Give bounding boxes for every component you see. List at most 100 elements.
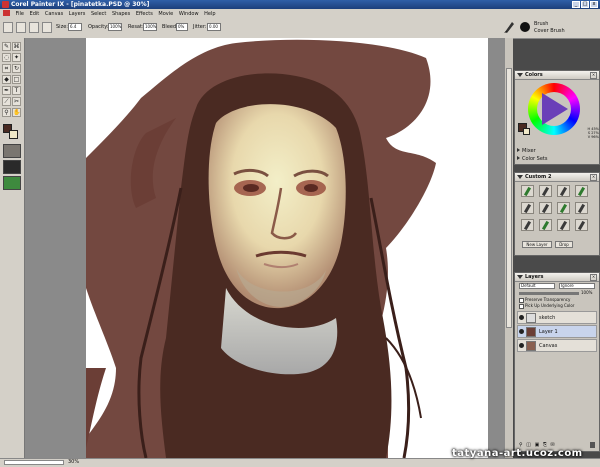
brush-variant-icon[interactable] (557, 185, 570, 197)
fill-tool-icon[interactable]: ◆ (2, 75, 11, 84)
menu-select[interactable]: Select (89, 9, 108, 18)
color-sets-section[interactable]: Color Sets (517, 156, 597, 163)
size-field[interactable]: 6.4 (68, 23, 82, 31)
visibility-eye-icon[interactable] (519, 343, 524, 348)
menu-edit[interactable]: Edit (28, 9, 42, 18)
scrollbar-thumb[interactable] (506, 68, 512, 328)
delete-layer-icon[interactable] (590, 442, 595, 448)
brush-glyph-icon (541, 186, 550, 197)
brush-glyph-icon (523, 186, 532, 197)
saturation-triangle[interactable] (542, 93, 568, 125)
close-button[interactable]: x (590, 1, 598, 8)
brush-variant-dab-icon[interactable] (520, 22, 530, 32)
brush-dab-alt-icon[interactable] (42, 22, 52, 33)
layer-row-sketch[interactable]: sketch (517, 311, 597, 324)
crop-tool-icon[interactable]: ⌗ (2, 64, 11, 73)
dropper-tool-icon[interactable]: ⌘ (12, 42, 21, 51)
bleed-field[interactable]: 0% (176, 23, 188, 31)
minimize-button[interactable]: _ (572, 1, 580, 8)
menu-help[interactable]: Help (202, 9, 217, 18)
brush-variant-icon[interactable] (539, 185, 552, 197)
rectangle-tool-icon[interactable]: □ (12, 75, 21, 84)
text-tool-icon[interactable]: T (12, 86, 21, 95)
gradient-selector-icon[interactable] (3, 160, 21, 174)
brush-tool-icon[interactable] (3, 22, 13, 33)
panel-close-icon[interactable]: × (590, 174, 597, 181)
opacity-field[interactable]: 100% (108, 23, 122, 31)
menu-shapes[interactable]: Shapes (110, 9, 132, 18)
magnifier-tool-icon[interactable]: ⚲ (2, 108, 11, 117)
brush-dab-icon[interactable] (29, 22, 39, 33)
brush-glyph-icon (523, 203, 532, 214)
brush-variant-icon[interactable] (521, 202, 534, 214)
color-wheel[interactable] (528, 83, 580, 135)
layer-row-canvas[interactable]: Canvas (517, 339, 597, 352)
pattern-selector-icon[interactable] (3, 176, 21, 190)
painting-canvas[interactable] (86, 38, 488, 458)
hand-tool-icon[interactable]: ✋ (12, 108, 21, 117)
brush-category-icon[interactable] (502, 20, 516, 34)
brush-variant-icon[interactable] (575, 219, 588, 231)
layers-panel: Layers × Default Ignore 100% Preserve Tr… (514, 272, 600, 452)
pick-up-color-option[interactable]: Pick Up Underlying Color (519, 303, 574, 309)
mixer-section[interactable]: Mixer (517, 148, 597, 155)
window-title: Corel Painter IX - [pinatetka.PSD @ 30%] (11, 1, 150, 8)
brush-variant-icon[interactable] (539, 219, 552, 231)
brush-variant-icon[interactable] (575, 202, 588, 214)
colors-additional-swatch[interactable] (523, 128, 530, 135)
layers-panel-header[interactable]: Layers × (515, 273, 599, 282)
panel-close-icon[interactable]: × (590, 72, 597, 79)
colors-panel-header[interactable]: Colors × (515, 71, 599, 80)
magic-wand-tool-icon[interactable]: ✦ (12, 53, 21, 62)
jitter-label: Jitter: (193, 24, 207, 30)
reset-tool-icon[interactable] (16, 22, 26, 33)
brush-variant-icon[interactable] (557, 202, 570, 214)
drop-button[interactable]: Drop (555, 241, 573, 248)
resat-label: Resat: (128, 24, 144, 30)
brush-variant-icon[interactable] (539, 202, 552, 214)
paper-selector-icon[interactable] (3, 144, 21, 158)
brush-tool-icon[interactable]: ✎ (2, 42, 11, 51)
composite-depth-select[interactable]: Ignore (559, 283, 595, 289)
brush-glyph-icon (523, 220, 532, 231)
size-label: Size: (56, 24, 68, 30)
scissors-tool-icon[interactable]: ✂ (12, 97, 21, 106)
checkbox-icon[interactable] (519, 297, 524, 303)
brush-selector[interactable]: Brush Cover Brush (500, 19, 600, 37)
eyedropper-tool-icon[interactable]: ⟋ (2, 97, 11, 106)
menu-canvas[interactable]: Canvas (43, 9, 65, 18)
rotate-tool-icon[interactable]: ↻ (12, 64, 21, 73)
additional-color-swatch[interactable] (9, 130, 18, 139)
zoom-slider[interactable] (4, 460, 64, 465)
brush-variant-icon[interactable] (575, 185, 588, 197)
menu-effects[interactable]: Effects (134, 9, 155, 18)
visibility-eye-icon[interactable] (519, 315, 524, 320)
jitter-field[interactable]: 0.00 (207, 23, 221, 31)
maximize-button[interactable]: □ (581, 1, 589, 8)
collapse-arrow-icon[interactable] (517, 73, 523, 77)
checkbox-icon[interactable] (519, 303, 524, 309)
menu-movie[interactable]: Movie (156, 9, 175, 18)
collapse-arrow-icon[interactable] (517, 175, 523, 179)
resat-field[interactable]: 100% (143, 23, 157, 31)
brush-variant-icon[interactable] (521, 219, 534, 231)
canvas-vertical-scrollbar[interactable] (505, 38, 513, 458)
pen-tool-icon[interactable]: ✒ (2, 86, 11, 95)
layer-name: Canvas (539, 343, 558, 349)
menu-layers[interactable]: Layers (67, 9, 88, 18)
menu-window[interactable]: Window (177, 9, 201, 18)
brush-variant-icon[interactable] (557, 219, 570, 231)
lasso-tool-icon[interactable]: ◌ (2, 53, 11, 62)
menu-file[interactable]: File (14, 9, 26, 18)
panel-close-icon[interactable]: × (590, 274, 597, 281)
preserve-transparency-option[interactable]: Preserve Transparency (519, 297, 570, 303)
new-layer-button[interactable]: New Layer (522, 241, 552, 248)
color-sets-label: Color Sets (522, 156, 548, 162)
custom-palette-header[interactable]: Custom 2 × (515, 173, 599, 182)
collapse-arrow-icon[interactable] (517, 275, 523, 279)
composite-method-select[interactable]: Default (519, 283, 555, 289)
visibility-eye-icon[interactable] (519, 329, 524, 334)
layer-opacity-slider[interactable] (519, 292, 579, 295)
brush-variant-icon[interactable] (521, 185, 534, 197)
layer-row-layer-1[interactable]: Layer 1 (517, 325, 597, 338)
